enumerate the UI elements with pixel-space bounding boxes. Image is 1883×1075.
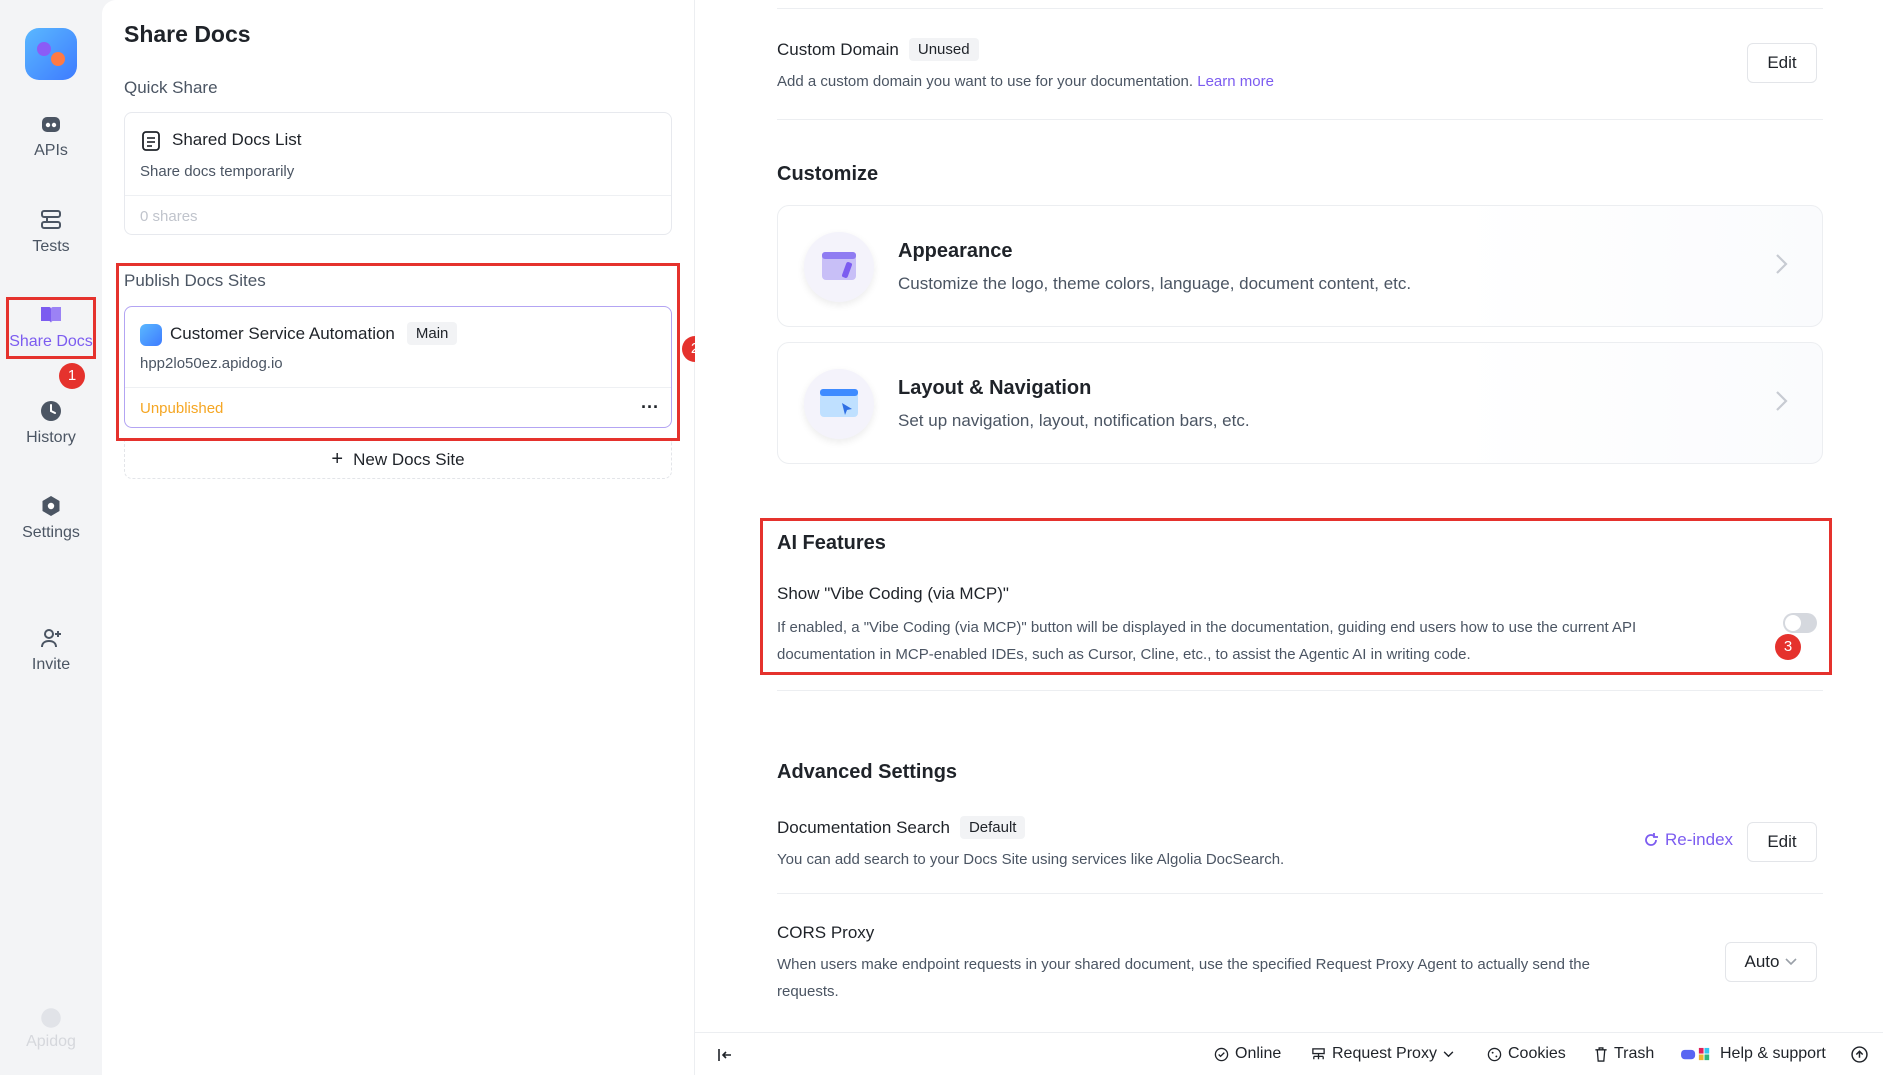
cors-proxy-desc-line2: requests. <box>777 983 839 1000</box>
network-icon <box>1312 1047 1325 1059</box>
cors-proxy-desc-line1: When users make endpoint requests in you… <box>777 956 1590 973</box>
nav-settings-label: Settings <box>22 524 80 541</box>
reindex-label: Re-index <box>1665 830 1734 849</box>
help-support-label: Help & support <box>1720 1045 1826 1062</box>
highlight-share-docs <box>6 297 96 359</box>
nav-settings[interactable]: Settings <box>0 494 102 542</box>
divider <box>777 690 1823 691</box>
nav-rail: APIs Tests Share Docs History Settings I… <box>0 0 102 1075</box>
plus-icon: + <box>331 448 344 470</box>
learn-more-link[interactable]: Learn more <box>1197 73 1274 90</box>
chevron-right-icon <box>1776 391 1788 411</box>
nav-apis-label: APIs <box>34 142 68 159</box>
cors-proxy-desc: When users make endpoint requests in you… <box>777 951 1590 1005</box>
highlight-ai-features <box>760 518 1832 675</box>
document-icon <box>142 131 160 151</box>
online-status[interactable]: Online <box>1214 1045 1281 1063</box>
brand-logo-icon <box>41 1008 61 1028</box>
custom-domain-label: Custom Domain <box>777 39 899 59</box>
layout-icon <box>804 369 874 439</box>
collapse-sidebar-icon[interactable] <box>717 1047 733 1063</box>
appearance-desc: Customize the logo, theme colors, langua… <box>898 274 1412 293</box>
cookie-icon <box>1487 1047 1502 1061</box>
add-user-icon <box>41 629 61 648</box>
appearance-icon <box>804 232 874 302</box>
nav-tests[interactable]: Tests <box>0 208 102 256</box>
cors-proxy-label: CORS Proxy <box>777 923 875 942</box>
nav-tests-label: Tests <box>32 238 70 255</box>
divider <box>777 893 1823 894</box>
custom-domain-desc-text: Add a custom domain you want to use for … <box>777 73 1194 90</box>
new-docs-site-label: New Docs Site <box>353 450 465 469</box>
nav-invite[interactable]: Invite <box>0 626 102 674</box>
highlight-publish-docs <box>116 263 680 441</box>
app-logo[interactable] <box>25 28 77 80</box>
divider <box>777 8 1823 9</box>
shares-count: 0 shares <box>140 208 198 225</box>
appearance-title: Appearance <box>898 240 1013 262</box>
brand-name: Apidog <box>26 1033 76 1050</box>
page-title: Share Docs <box>124 21 251 47</box>
layout-navigation-card[interactable]: Layout & Navigation Set up navigation, l… <box>777 342 1823 464</box>
customize-title: Customize <box>777 163 879 185</box>
clock-icon <box>41 401 61 421</box>
reindex-button[interactable]: Re-index <box>1643 830 1733 850</box>
layout-title: Layout & Navigation <box>898 377 1092 399</box>
divider <box>777 119 1823 120</box>
doc-search-desc: You can add search to your Docs Site usi… <box>777 851 1285 868</box>
trash-label: Trash <box>1614 1045 1655 1062</box>
step-badge-1: 1 <box>59 363 85 389</box>
cookies-button[interactable]: Cookies <box>1487 1045 1566 1063</box>
layout-desc: Set up navigation, layout, notification … <box>898 411 1250 430</box>
shared-docs-list-title: Shared Docs List <box>172 130 302 149</box>
request-proxy-label: Request Proxy <box>1332 1045 1437 1062</box>
discord-slack-icon <box>1681 1047 1710 1060</box>
cors-proxy-select[interactable]: Auto <box>1725 942 1817 982</box>
shared-docs-list-card[interactable]: Shared Docs List Share docs temporarily … <box>124 112 672 235</box>
custom-domain-edit-button[interactable]: Edit <box>1747 43 1817 83</box>
trash-icon <box>1595 1046 1607 1062</box>
chevron-right-icon <box>1776 254 1788 274</box>
custom-domain-desc: Add a custom domain you want to use for … <box>777 68 1274 95</box>
help-support-button[interactable]: Help & support <box>1680 1045 1826 1063</box>
status-bar: Online Request Proxy Cookies Trash Help … <box>695 1032 1883 1075</box>
tests-icon <box>41 210 61 229</box>
online-label: Online <box>1235 1045 1282 1062</box>
doc-search-tag: Default <box>959 816 1026 839</box>
shared-docs-list-subtitle: Share docs temporarily <box>140 163 295 180</box>
nav-history-label: History <box>26 429 76 446</box>
gear-icon <box>42 496 60 516</box>
quick-share-label: Quick Share <box>124 78 218 97</box>
custom-domain-tag: Unused <box>908 38 979 61</box>
step-badge-3: 3 <box>1775 634 1801 660</box>
trash-button[interactable]: Trash <box>1594 1045 1654 1063</box>
card-divider <box>125 195 671 196</box>
appearance-card[interactable]: Appearance Customize the logo, theme col… <box>777 205 1823 327</box>
new-docs-site-button[interactable]: + New Docs Site <box>124 441 672 479</box>
chevron-down-icon <box>1443 1050 1454 1057</box>
check-circle-icon <box>1214 1047 1229 1061</box>
nav-apis[interactable]: APIs <box>0 112 102 160</box>
share-docs-panel: Share Docs Quick Share Shared Docs List … <box>102 0 695 1075</box>
advanced-settings-title: Advanced Settings <box>777 761 958 783</box>
cors-proxy-value: Auto <box>1744 952 1780 971</box>
doc-search-label: Documentation Search <box>777 817 950 837</box>
upload-icon[interactable] <box>1851 1046 1868 1063</box>
chevron-down-icon <box>1785 958 1798 966</box>
apis-icon <box>42 117 60 132</box>
cookies-label: Cookies <box>1508 1045 1566 1062</box>
docs-site-settings: Custom Domain Unused Add a custom domain… <box>695 0 1883 1032</box>
nav-invite-label: Invite <box>31 656 71 673</box>
brand-watermark: Apidog <box>0 1005 102 1051</box>
refresh-icon <box>1645 833 1658 846</box>
nav-history[interactable]: History <box>0 399 102 447</box>
request-proxy-menu[interactable]: Request Proxy <box>1311 1045 1454 1063</box>
doc-search-edit-button[interactable]: Edit <box>1747 822 1817 862</box>
